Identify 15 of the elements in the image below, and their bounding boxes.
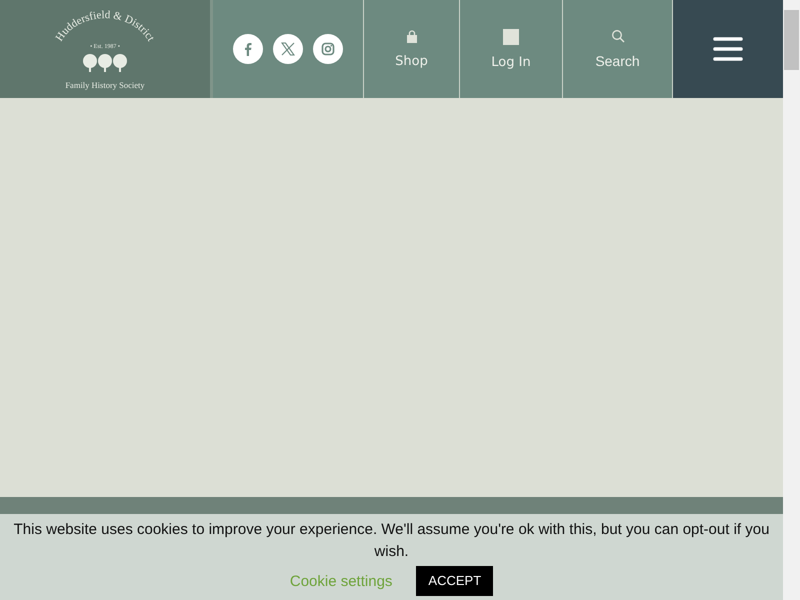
x-icon bbox=[281, 42, 295, 56]
square-icon bbox=[503, 28, 519, 44]
instagram-icon bbox=[321, 42, 335, 56]
search-icon bbox=[610, 29, 624, 43]
cookie-settings-link[interactable]: Cookie settings bbox=[290, 572, 392, 590]
cookie-message: This website uses cookies to improve your experience. We'll assume you're ok with this, but you can opt-out if you wish. bbox=[12, 520, 770, 562]
menu-icon bbox=[713, 37, 744, 61]
facebook-link[interactable] bbox=[233, 34, 263, 64]
shopping-bag-icon bbox=[404, 30, 418, 44]
scrollbar-thumb[interactable] bbox=[784, 10, 799, 70]
menu-button[interactable] bbox=[673, 0, 784, 98]
instagram-link[interactable] bbox=[313, 34, 343, 64]
accept-button[interactable]: ACCEPT bbox=[416, 566, 494, 596]
x-link[interactable] bbox=[273, 34, 303, 64]
scrollbar[interactable] bbox=[783, 0, 800, 600]
